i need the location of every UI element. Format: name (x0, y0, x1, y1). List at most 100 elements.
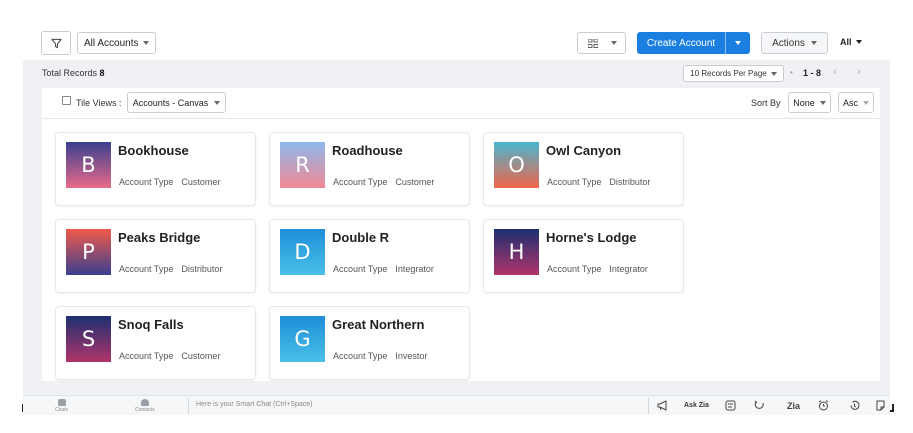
contacts-icon (140, 399, 149, 406)
records-panel: Total Records 8 10 Records Per Page • 1 … (23, 60, 890, 395)
filter-button[interactable] (41, 31, 71, 55)
history-icon[interactable] (849, 400, 860, 411)
account-avatar: P (66, 229, 111, 275)
chevron-down-icon (863, 100, 869, 105)
account-name[interactable]: Great Northern (332, 317, 424, 332)
tile-views-label: Tile Views : (76, 98, 122, 108)
chevron-down-icon (214, 100, 221, 105)
account-card[interactable]: P Peaks Bridge Account Type Distributor (55, 219, 256, 293)
megaphone-icon[interactable] (657, 400, 669, 411)
chevron-down-icon (770, 71, 777, 76)
account-type-value: Customer (395, 177, 435, 187)
account-type-value: Customer (181, 351, 221, 361)
create-account-label: Create Account (646, 37, 716, 49)
account-type-label: Account Type (119, 264, 174, 274)
actions-button[interactable]: Actions (761, 32, 828, 54)
account-type-value: Investor (395, 351, 428, 361)
account-avatar: B (66, 142, 111, 188)
account-name[interactable]: Roadhouse (332, 143, 403, 158)
chevron-down-icon (855, 40, 862, 44)
account-name[interactable]: Bookhouse (118, 143, 189, 158)
account-type: Account Type Integrator (333, 264, 434, 274)
divider (188, 398, 189, 414)
account-avatar: G (280, 316, 325, 362)
top-toolbar: All Accounts Create Account Actions All (0, 0, 913, 60)
account-card[interactable]: O Owl Canyon Account Type Distributor (483, 132, 684, 206)
account-type: Account Type Customer (119, 351, 220, 361)
records-bar: Total Records 8 10 Records Per Page • 1 … (23, 60, 890, 86)
chats-label: Chats (55, 407, 69, 413)
account-name[interactable]: Snoq Falls (118, 317, 184, 332)
account-type: Account Type Customer (119, 177, 220, 187)
sort-field-value: None (793, 97, 815, 108)
account-type: Account Type Distributor (547, 177, 650, 187)
funnel-icon (50, 38, 62, 48)
account-name[interactable]: Owl Canyon (546, 143, 621, 158)
sort-field-select[interactable]: None (788, 92, 831, 113)
account-name[interactable]: Peaks Bridge (118, 230, 200, 245)
account-card[interactable]: D Double R Account Type Integrator (269, 219, 470, 293)
layout-view-select[interactable] (577, 32, 626, 54)
records-per-page-value: 10 Records Per Page (690, 69, 767, 78)
all-filter-button[interactable]: All (840, 37, 862, 47)
account-cards: B Bookhouse Account Type Customer R Roadh… (42, 119, 880, 381)
custom-view-label: All Accounts (84, 37, 139, 49)
account-avatar: H (494, 229, 539, 275)
total-records-count: 8 (99, 68, 105, 78)
total-records: Total Records 8 (42, 68, 105, 78)
alarm-icon[interactable] (818, 400, 829, 411)
records-range: 1 - 8 (803, 68, 822, 78)
account-type: Account Type Integrator (547, 264, 648, 274)
sort-order-select[interactable]: Asc (838, 92, 874, 113)
bottom-bar: Chats Contacts Here is your Smart Chat (… (23, 395, 890, 415)
records-per-page-select[interactable]: 10 Records Per Page (683, 65, 784, 82)
chat-icon (57, 399, 66, 406)
chats-button[interactable]: Chats (55, 399, 68, 413)
chevron-down-icon (611, 41, 617, 45)
account-avatar: R (280, 142, 325, 188)
separator-dot: • (790, 68, 793, 77)
sort-by-label: Sort By (751, 98, 781, 108)
sort-order-value: Asc (842, 97, 858, 108)
contacts-button[interactable]: Contacts (135, 399, 155, 413)
next-page-icon[interactable]: › (857, 66, 861, 78)
account-card[interactable]: G Great Northern Account Type Investor (269, 306, 470, 380)
account-type-value: Integrator (395, 264, 434, 274)
account-card[interactable]: S Snoq Falls Account Type Customer (55, 306, 256, 380)
custom-view-select[interactable]: All Accounts (77, 32, 157, 54)
account-card[interactable]: H Horne's Lodge Account Type Integrator (483, 219, 684, 293)
account-card[interactable]: B Bookhouse Account Type Customer (55, 132, 256, 206)
canvas-select[interactable]: Accounts - Canvas (127, 92, 226, 113)
notes-icon[interactable] (875, 400, 886, 411)
total-records-label: Total Records (42, 68, 98, 78)
zia-text-icon[interactable]: Zia (787, 401, 800, 412)
ask-zia-button[interactable]: Ask Zia (684, 402, 709, 409)
divider (648, 398, 649, 414)
account-name[interactable]: Horne's Lodge (546, 230, 637, 245)
zia-agent-icon[interactable] (725, 400, 736, 411)
account-type-label: Account Type (547, 264, 602, 274)
account-type-value: Integrator (609, 264, 648, 274)
actions-label: Actions (772, 37, 805, 49)
smart-chat-input[interactable]: Here is your Smart Chat (Ctrl+Space) (196, 401, 313, 408)
chevron-down-icon (819, 100, 826, 105)
account-card[interactable]: R Roadhouse Account Type Customer (269, 132, 470, 206)
chevron-down-icon (735, 41, 741, 45)
chevron-down-icon (810, 41, 817, 45)
account-type-value: Distributor (181, 264, 223, 274)
feedback-icon[interactable] (754, 400, 765, 411)
prev-page-icon[interactable]: ‹ (833, 66, 837, 78)
account-type: Account Type Customer (333, 177, 434, 187)
tile-view-bar: Tile Views : Accounts - Canvas Sort By N… (42, 88, 880, 119)
account-type-label: Account Type (333, 177, 388, 187)
create-options-dropdown[interactable] (725, 32, 750, 54)
account-avatar: S (66, 316, 111, 362)
chevron-down-icon (143, 41, 150, 45)
account-avatar: O (494, 142, 539, 188)
create-account-button[interactable]: Create Account (637, 32, 750, 54)
account-avatar: D (280, 229, 325, 275)
account-name[interactable]: Double R (332, 230, 389, 245)
contacts-label: Contacts (135, 407, 155, 413)
tile-views-checkbox[interactable] (62, 96, 71, 105)
account-type-label: Account Type (333, 351, 388, 361)
